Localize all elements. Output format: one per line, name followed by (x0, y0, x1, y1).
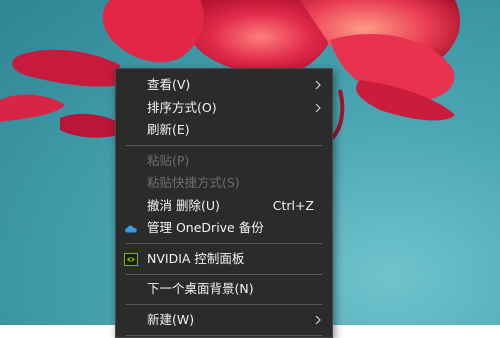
menu-item-manage-onedrive-backup[interactable]: 管理 OneDrive 备份 (116, 217, 332, 240)
menu-separator (126, 304, 322, 305)
chevron-right-icon (315, 80, 321, 90)
menu-item-refresh[interactable]: 刷新(E) (116, 119, 332, 142)
menu-item-label: 下一个桌面背景(N) (147, 281, 254, 296)
menu-item-next-desktop-background[interactable]: 下一个桌面背景(N) (116, 278, 332, 301)
menu-item-label: 刷新(E) (147, 122, 190, 137)
onedrive-cloud-icon (125, 225, 137, 233)
menu-separator (126, 273, 322, 275)
menu-item-nvidia-control-panel[interactable]: NVIDIA 控制面板 (116, 248, 332, 271)
menu-item-label: 粘贴(P) (147, 152, 190, 168)
menu-separator (126, 334, 322, 336)
menu-item-view[interactable]: 查看(V) (116, 74, 332, 97)
chevron-right-icon (315, 103, 321, 112)
menu-separator (126, 145, 322, 146)
menu-item-label: 排序方式(O) (147, 99, 217, 115)
menu-item-new[interactable]: 新建(W) (116, 309, 332, 332)
nvidia-icon (124, 252, 138, 266)
menu-item-label: NVIDIA 控制面板 (147, 250, 245, 266)
chevron-right-icon (315, 315, 321, 324)
menu-item-label: 撤消 删除(U) (147, 197, 220, 213)
menu-item-shortcut: Ctrl+Z (272, 197, 314, 213)
menu-item-sort-by[interactable]: 排序方式(O) (116, 97, 332, 120)
menu-item-paste-shortcut: 粘贴快捷方式(S) (116, 172, 332, 195)
menu-item-label: 查看(V) (147, 77, 191, 92)
menu-separator (126, 243, 322, 244)
desktop-context-menu: 查看(V) 排序方式(O) 刷新(E) 粘贴(P) 粘贴快捷方式(S) 撤消 删… (115, 68, 333, 338)
menu-item-undo-delete[interactable]: 撤消 删除(U) Ctrl+Z (116, 195, 332, 218)
menu-item-label: 粘贴快捷方式(S) (147, 175, 240, 190)
menu-item-paste: 粘贴(P) (116, 150, 332, 173)
menu-item-label: 管理 OneDrive 备份 (147, 220, 264, 235)
menu-item-label: 新建(W) (147, 311, 195, 327)
